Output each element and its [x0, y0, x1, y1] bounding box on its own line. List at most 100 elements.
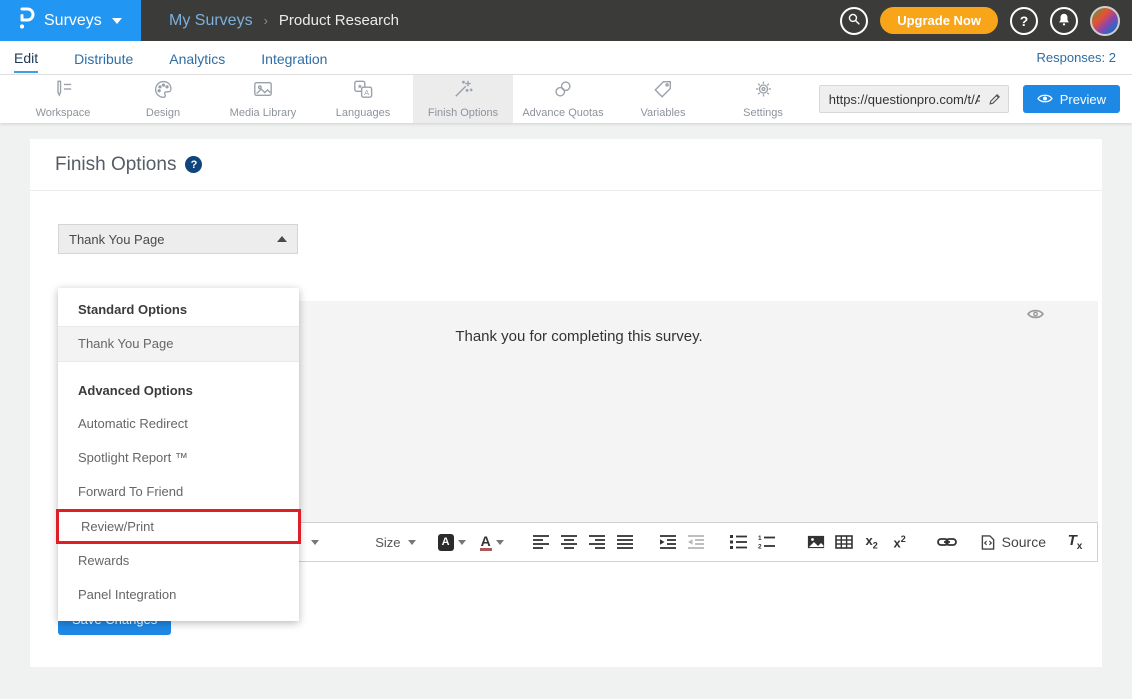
outdent-icon	[687, 535, 705, 549]
bullet-list-icon	[730, 535, 748, 549]
dropdown-group-standard: Standard Options	[58, 288, 299, 326]
tab-settings[interactable]: Settings	[713, 75, 813, 123]
palette-icon	[153, 79, 174, 104]
align-right-icon	[588, 535, 606, 549]
eye-icon	[1027, 308, 1044, 320]
font-combo[interactable]	[311, 540, 319, 545]
breadcrumb-current: Product Research	[279, 12, 399, 29]
tab-design[interactable]: Design	[113, 75, 213, 123]
indent-icon	[659, 535, 677, 549]
eye-icon	[1037, 92, 1053, 107]
section-nav: Edit Distribute Analytics Integration Re…	[0, 41, 1132, 75]
subscript-button[interactable]: x2	[859, 529, 885, 555]
dropdown-item-forward-to-friend[interactable]: Forward To Friend	[58, 475, 299, 509]
superscript-button[interactable]: x2	[887, 529, 913, 555]
justify-button[interactable]	[612, 529, 638, 555]
dropdown-item-panel-integration[interactable]: Panel Integration	[58, 578, 299, 612]
workspace-icon	[52, 79, 74, 104]
message-visibility-toggle[interactable]	[1027, 307, 1044, 325]
page-help-icon[interactable]: ?	[185, 156, 202, 173]
outdent-button[interactable]	[683, 529, 709, 555]
breadcrumb-separator: ›	[264, 13, 268, 28]
preview-button-label: Preview	[1060, 92, 1106, 107]
nav-item-integration[interactable]: Integration	[261, 43, 327, 72]
chain-links-icon	[552, 79, 574, 104]
top-header: Surveys My Surveys › Product Research Up…	[0, 0, 1132, 41]
background-color-icon: A	[438, 534, 454, 551]
dropdown-item-thank-you-page[interactable]: Thank You Page	[58, 326, 299, 362]
ribbon-right: Preview	[819, 75, 1132, 123]
tab-media-library[interactable]: Media Library	[213, 75, 313, 123]
nav-item-analytics[interactable]: Analytics	[169, 43, 225, 72]
size-combo[interactable]: Size	[375, 535, 415, 550]
chevron-up-icon	[277, 236, 287, 242]
preview-button[interactable]: Preview	[1023, 85, 1120, 113]
remove-format-icon: Tx	[1068, 532, 1083, 552]
avatar[interactable]	[1090, 6, 1120, 36]
bell-icon	[1057, 12, 1071, 30]
background-color-button[interactable]: A	[438, 529, 466, 555]
source-button-label: Source	[1002, 534, 1046, 550]
tab-variables[interactable]: Variables	[613, 75, 713, 123]
breadcrumb-parent-link[interactable]: My Surveys	[169, 12, 253, 30]
text-color-button[interactable]: A	[479, 529, 505, 555]
bullet-list-button[interactable]	[726, 529, 752, 555]
image-icon	[807, 535, 825, 549]
source-doc-icon	[981, 535, 995, 550]
svg-text:A: A	[364, 88, 369, 97]
dropdown-item-review-print[interactable]: Review/Print	[56, 509, 301, 544]
dropdown-item-automatic-redirect[interactable]: Automatic Redirect	[58, 407, 299, 441]
remove-format-button[interactable]: Tx	[1062, 529, 1088, 555]
tab-workspace[interactable]: Workspace	[13, 75, 113, 123]
finish-option-select[interactable]: Thank You Page	[58, 224, 298, 254]
nav-item-edit[interactable]: Edit	[14, 42, 38, 73]
header-actions: Upgrade Now ?	[840, 6, 1132, 36]
svg-text:★: ★	[357, 84, 363, 91]
numbered-list-icon: 12	[758, 535, 776, 549]
survey-url-box	[819, 85, 1009, 113]
responses-count[interactable]: Responses: 2	[1037, 50, 1117, 65]
nav-item-distribute[interactable]: Distribute	[74, 43, 133, 72]
table-icon	[835, 535, 853, 549]
align-center-button[interactable]	[556, 529, 582, 555]
ribbon-toolbar: Workspace Design Media Library ★ A Langu…	[0, 75, 1132, 123]
survey-url-input[interactable]	[820, 92, 982, 107]
search-button[interactable]	[840, 7, 868, 35]
insert-table-button[interactable]	[831, 529, 857, 555]
superscript-icon: x2	[894, 534, 906, 550]
source-button[interactable]: Source	[981, 534, 1046, 550]
upgrade-now-button[interactable]: Upgrade Now	[880, 7, 998, 34]
breadcrumb: My Surveys › Product Research	[169, 12, 399, 30]
align-left-icon	[532, 535, 550, 549]
indent-button[interactable]	[655, 529, 681, 555]
brand-menu[interactable]: Surveys	[0, 0, 141, 41]
align-left-button[interactable]	[528, 529, 554, 555]
question-icon: ?	[1020, 13, 1029, 29]
edit-url-button[interactable]	[982, 86, 1008, 112]
align-right-button[interactable]	[584, 529, 610, 555]
chevron-down-icon	[112, 18, 122, 24]
finish-options-card: Finish Options ? Thank You Page Standard…	[30, 139, 1102, 667]
help-button[interactable]: ?	[1010, 7, 1038, 35]
dropdown-item-rewards[interactable]: Rewards	[58, 544, 299, 578]
svg-text:2: 2	[758, 544, 762, 550]
questionpro-logo-icon	[16, 6, 36, 35]
numbered-list-button[interactable]: 12	[754, 529, 780, 555]
magic-wand-icon	[452, 79, 474, 104]
link-icon	[937, 536, 957, 548]
chevron-down-icon	[311, 540, 319, 545]
translate-icon: ★ A	[352, 79, 374, 104]
insert-link-button[interactable]	[934, 529, 960, 555]
dropdown-item-spotlight-report[interactable]: Spotlight Report ™	[58, 441, 299, 475]
chevron-down-icon	[496, 540, 504, 545]
finish-option-select-value: Thank You Page	[69, 232, 164, 247]
tab-languages[interactable]: ★ A Languages	[313, 75, 413, 123]
insert-image-button[interactable]	[803, 529, 829, 555]
tab-advance-quotas[interactable]: Advance Quotas	[513, 75, 613, 123]
page-title: Finish Options	[55, 154, 176, 176]
card-body: Thank You Page Standard Options Thank Yo…	[30, 224, 1102, 699]
card-header: Finish Options ?	[30, 139, 1102, 191]
tab-finish-options[interactable]: Finish Options	[413, 75, 513, 123]
pencil-icon	[988, 92, 1002, 106]
notifications-button[interactable]	[1050, 7, 1078, 35]
